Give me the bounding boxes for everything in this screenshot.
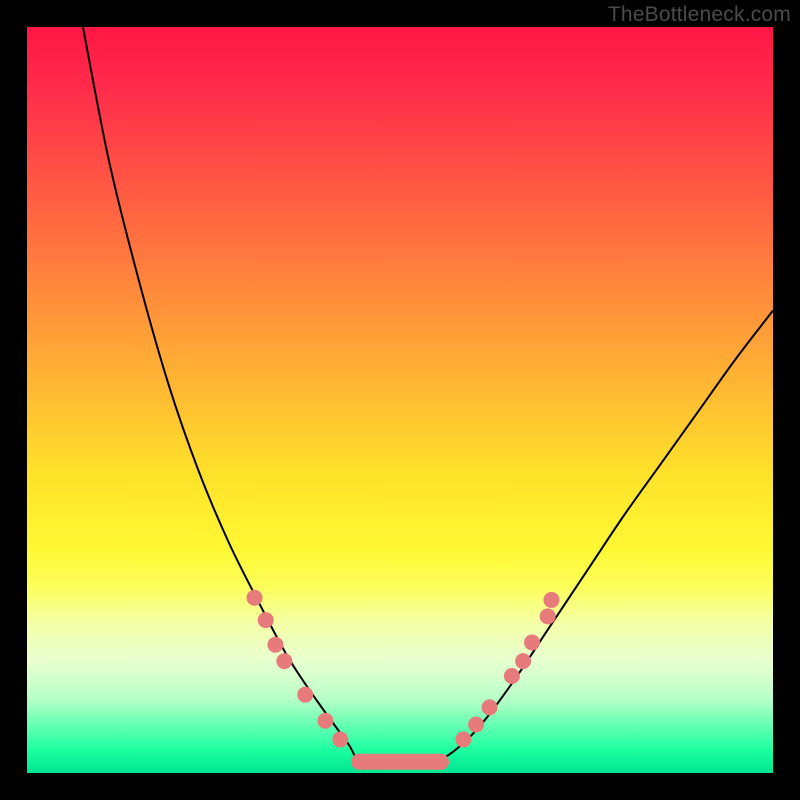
data-dot [515, 653, 531, 669]
bottleneck-curve [83, 27, 773, 765]
data-dot [455, 731, 471, 747]
data-dot [468, 717, 484, 733]
data-dot [540, 608, 556, 624]
data-dot [504, 668, 520, 684]
data-dot [332, 731, 348, 747]
chart-frame: TheBottleneck.com [0, 0, 800, 800]
data-dot [267, 637, 283, 653]
chart-svg [27, 27, 773, 773]
watermark-text: TheBottleneck.com [608, 3, 791, 27]
data-dot [524, 634, 540, 650]
markers-group [247, 590, 560, 770]
data-dot [247, 590, 263, 606]
flat-bottom-pill [351, 754, 449, 770]
data-dot [317, 713, 333, 729]
data-dot [543, 592, 559, 608]
data-dot [258, 612, 274, 628]
data-dot [297, 687, 313, 703]
data-dot [276, 653, 292, 669]
curve-group [83, 27, 773, 765]
data-dot [482, 699, 498, 715]
plot-area [27, 27, 773, 773]
